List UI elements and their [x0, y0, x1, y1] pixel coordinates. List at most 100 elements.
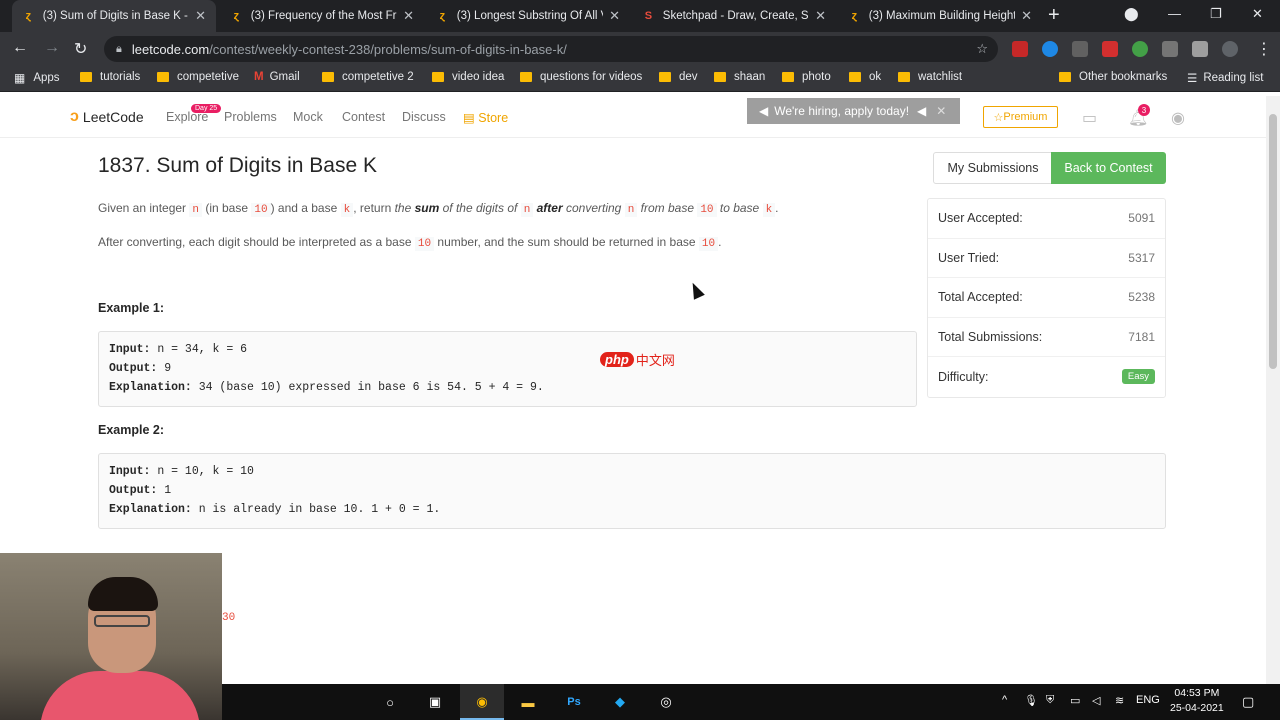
- folder-icon: [432, 72, 444, 82]
- restore-button[interactable]: ❐: [1210, 6, 1222, 22]
- leetcode-icon: ɀ: [439, 10, 446, 22]
- close-icon[interactable]: ✕: [403, 8, 414, 24]
- bookmark-folder[interactable]: tutorials: [80, 71, 140, 83]
- close-icon[interactable]: ✕: [1021, 8, 1032, 24]
- tab-strip: ɀ (3) Sum of Digits in Base K - L ✕ ɀ (3…: [0, 0, 1280, 32]
- bookmark-folder[interactable]: competetive 2: [322, 71, 414, 83]
- tab-sum-of-digits[interactable]: ɀ (3) Sum of Digits in Base K - L ✕: [12, 0, 216, 32]
- speaker-icon: ◀: [917, 104, 927, 118]
- hiring-banner[interactable]: ◀ We're hiring, apply today! ◀ ✕: [747, 98, 960, 124]
- nav-discuss[interactable]: Discuss: [402, 110, 446, 124]
- nav-contest[interactable]: Contest: [342, 110, 385, 124]
- my-submissions-button[interactable]: My Submissions: [933, 152, 1053, 184]
- taskbar-clock[interactable]: 04:53 PM 25-04-2021: [1170, 686, 1224, 716]
- nav-store[interactable]: ▤ Store: [463, 110, 508, 125]
- puzzle-icon[interactable]: [1192, 41, 1208, 57]
- address-bar[interactable]: 🔒︎ leetcode.com /contest/weekly-contest-…: [104, 36, 998, 62]
- task-view-icon[interactable]: ▣: [425, 692, 445, 712]
- problem-description-2: After converting, each digit should be i…: [98, 235, 722, 251]
- stat-total-submissions: Total Submissions: 7181: [928, 318, 1165, 357]
- bookmark-folder[interactable]: photo: [782, 71, 831, 83]
- chrome-icon[interactable]: ◉: [472, 692, 492, 712]
- reading-list[interactable]: ☰ Reading list: [1187, 71, 1263, 85]
- app-icon[interactable]: ◎: [656, 692, 676, 712]
- star-icon: ☆: [993, 111, 1004, 124]
- extension-icon[interactable]: [1012, 41, 1028, 57]
- nav-mock[interactable]: Mock: [293, 110, 323, 124]
- page-scrollbar[interactable]: [1266, 96, 1280, 684]
- difficulty-badge: Easy: [1121, 369, 1155, 385]
- folder-icon: [80, 72, 92, 82]
- menu-dots-icon[interactable]: ⋮: [1256, 39, 1272, 59]
- extension-icon[interactable]: [1102, 41, 1118, 57]
- volume-icon[interactable]: ◁: [1092, 694, 1100, 707]
- browser-toolbar: ← → ↻ 🔒︎ leetcode.com /contest/weekly-co…: [0, 32, 1280, 66]
- profile-dropdown-icon[interactable]: ⬤: [1124, 6, 1139, 22]
- close-icon[interactable]: ✕: [195, 8, 206, 24]
- bookmark-gmail[interactable]: M Gmail: [254, 71, 300, 83]
- bookmark-folder[interactable]: video idea: [432, 71, 504, 83]
- stat-difficulty: Difficulty: Easy: [928, 357, 1165, 397]
- wifi-icon[interactable]: ≋: [1115, 694, 1124, 707]
- tab-frequency[interactable]: ɀ (3) Frequency of the Most Fre ✕: [220, 0, 424, 32]
- scrollbar-thumb[interactable]: [1269, 114, 1277, 369]
- folder-icon: [898, 72, 910, 82]
- bookmark-folder[interactable]: watchlist: [898, 71, 962, 83]
- example-1-heading: Example 1:: [98, 301, 165, 315]
- cortana-icon[interactable]: ○: [380, 692, 400, 712]
- tab-title: Sketchpad - Draw, Create, Sh: [662, 10, 810, 22]
- bookmark-apps[interactable]: ▦ Apps: [14, 71, 60, 85]
- premium-button[interactable]: ☆ Premium: [983, 106, 1058, 128]
- mouse-cursor-icon: [687, 280, 705, 300]
- user-avatar-icon[interactable]: ◉: [1171, 108, 1185, 128]
- tray-overflow-icon[interactable]: ^: [1002, 694, 1007, 706]
- nav-problems[interactable]: Problems: [224, 110, 277, 124]
- close-icon[interactable]: ✕: [609, 8, 620, 24]
- defender-icon[interactable]: ⛨: [1046, 694, 1054, 707]
- problem-stats-panel: User Accepted: 5091 User Tried: 5317 Total…: [927, 198, 1166, 398]
- vscode-icon[interactable]: ◆: [610, 692, 630, 712]
- forward-arrow-icon[interactable]: →: [44, 39, 60, 57]
- notification-count: 3: [1138, 104, 1150, 116]
- new-tab-button[interactable]: +: [1048, 4, 1060, 27]
- bookmark-folder[interactable]: questions for videos: [520, 71, 642, 83]
- extension-icon[interactable]: [1132, 41, 1148, 57]
- example-2-block: Input: n = 10, k = 10 Output: 1 Explanat…: [98, 453, 1166, 529]
- bookmark-folder[interactable]: shaan: [714, 71, 765, 83]
- bookmark-folder[interactable]: ok: [849, 71, 881, 83]
- close-icon[interactable]: ✕: [815, 8, 826, 24]
- back-arrow-icon[interactable]: ←: [12, 39, 28, 57]
- close-window-button[interactable]: ✕: [1252, 6, 1263, 22]
- other-bookmarks[interactable]: Other bookmarks: [1059, 71, 1167, 83]
- photoshop-icon[interactable]: Ps: [564, 692, 584, 712]
- reload-icon[interactable]: ↻: [74, 39, 87, 59]
- tab-title: (3) Longest Substring Of All V: [456, 10, 604, 22]
- back-to-contest-button[interactable]: Back to Contest: [1051, 152, 1166, 184]
- leetcode-logo[interactable]: ↄ LeetCode: [70, 108, 144, 126]
- file-explorer-icon[interactable]: ▬: [518, 692, 538, 712]
- bookmark-star-icon[interactable]: ☆: [976, 41, 988, 57]
- partial-code-text: 30: [222, 612, 236, 624]
- playground-icon[interactable]: ▭: [1082, 108, 1097, 128]
- extension-icon[interactable]: [1072, 41, 1088, 57]
- windows-taskbar: ○ ▣ ◉ ▬ Ps ◆ ◎ ^ 🎙︎ ⛨ ▭ ◁ ≋ ENG ▢: [222, 684, 1280, 720]
- tab-sketchpad[interactable]: S Sketchpad - Draw, Create, Sh ✕: [632, 0, 836, 32]
- close-icon[interactable]: ✕: [936, 104, 946, 118]
- battery-icon[interactable]: ▭: [1070, 694, 1080, 707]
- avatar[interactable]: [1222, 41, 1238, 57]
- stat-user-accepted: User Accepted: 5091: [928, 199, 1165, 239]
- language-indicator[interactable]: ENG: [1136, 694, 1160, 706]
- stat-total-accepted: Total Accepted: 5238: [928, 278, 1165, 318]
- minimize-button[interactable]: —: [1168, 6, 1181, 21]
- tab-longest-substring[interactable]: ɀ (3) Longest Substring Of All V ✕: [426, 0, 630, 32]
- bookmark-folder[interactable]: competetive: [157, 71, 239, 83]
- tab-title: (3) Maximum Building Height: [868, 10, 1016, 22]
- folder-icon: [714, 72, 726, 82]
- notification-center-icon[interactable]: ▢: [1242, 694, 1254, 710]
- extension-icon[interactable]: [1162, 41, 1178, 57]
- tab-max-building[interactable]: ɀ (3) Maximum Building Height ✕: [838, 0, 1042, 32]
- extension-icon[interactable]: [1042, 41, 1058, 57]
- microphone-icon[interactable]: 🎙︎: [1024, 694, 1038, 707]
- megaphone-icon: ◀: [759, 104, 769, 118]
- bookmark-folder[interactable]: dev: [659, 71, 698, 83]
